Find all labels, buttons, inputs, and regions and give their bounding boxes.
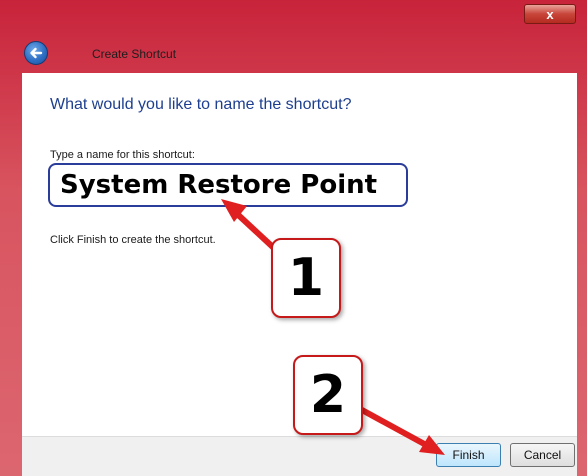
callout-1: 1 (271, 238, 341, 318)
callout-2-arrow (359, 407, 445, 455)
callout-2: 2 (293, 355, 363, 435)
callout-1-arrow (221, 199, 279, 253)
create-shortcut-window: x Create Shortcut What would you like to… (0, 0, 587, 476)
